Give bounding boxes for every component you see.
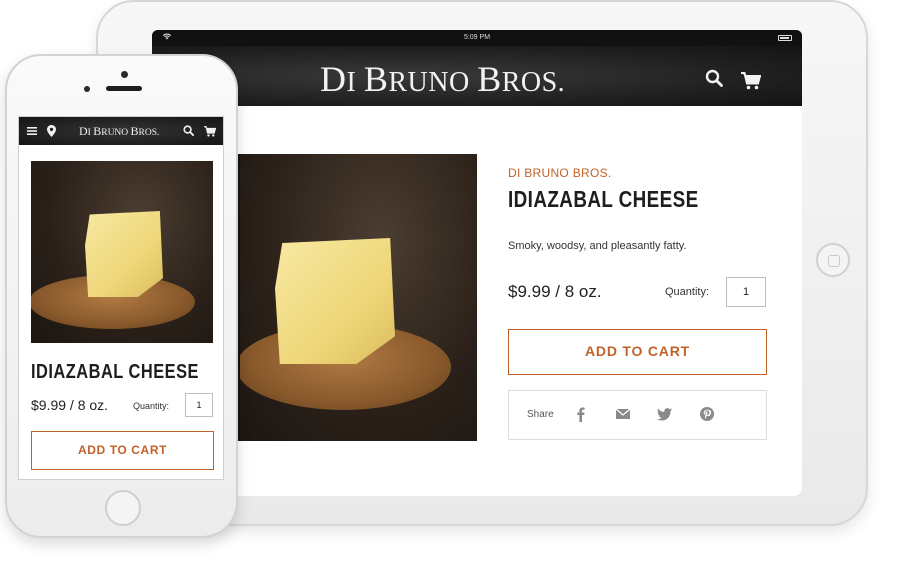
cart-icon[interactable] (204, 126, 216, 137)
status-bar: 5:09 PM (152, 30, 802, 46)
product-description: Smoky, woodsy, and pleasantly fatty. (508, 240, 687, 252)
search-icon[interactable] (705, 69, 723, 87)
logo-letter: RUNO (388, 67, 478, 98)
product-title: IDIAZABAL CHEESE (31, 361, 199, 383)
pinterest-icon[interactable] (699, 406, 715, 422)
logo-letter: ROS. (138, 128, 160, 138)
logo-letter: B (477, 59, 502, 99)
share-box: Share (508, 390, 767, 440)
tablet-screen: 5:09 PM DI BRUNO BROS. DI BRUNO BROS. ID… (152, 30, 802, 496)
product-title: IDIAZABAL CHEESE (508, 186, 699, 212)
product-image (236, 154, 477, 441)
cart-icon[interactable] (741, 72, 761, 90)
quantity-input[interactable]: 1 (185, 393, 213, 417)
wifi-icon (162, 30, 172, 46)
logo-letter: B (130, 124, 139, 138)
add-to-cart-button[interactable]: ADD TO CART (31, 431, 214, 470)
product-price: $9.99 / 8 oz. (508, 282, 602, 301)
product-page: DI BRUNO BROS. IDIAZABAL CHEESE Smoky, w… (152, 106, 802, 496)
cheese-wedge (85, 211, 163, 297)
phone-camera (121, 71, 128, 78)
quantity-input[interactable]: 1 (726, 277, 766, 307)
brand-label[interactable]: DI BRUNO BROS. (508, 166, 612, 180)
phone-sensor (84, 86, 90, 92)
facebook-icon[interactable] (573, 406, 589, 422)
status-time: 5:09 PM (463, 34, 491, 41)
phone-screen: DI BRUNO BROS. IDIAZABAL CHEESE $9.99 / … (18, 116, 224, 480)
mobile-site-logo[interactable]: DI BRUNO BROS. (79, 124, 159, 139)
cheese-wedge (275, 238, 395, 364)
quantity-label: Quantity: (665, 286, 710, 298)
logo-letter: RUNO (101, 128, 131, 138)
mobile-header: DI BRUNO BROS. (19, 117, 223, 145)
hamburger-menu-icon[interactable] (27, 126, 37, 136)
phone-speaker (106, 86, 142, 91)
search-icon[interactable] (183, 125, 194, 136)
logo-letter: I (346, 67, 364, 98)
logo-letter: D (79, 124, 88, 138)
battery-icon (778, 35, 792, 41)
product-image (31, 161, 213, 343)
site-header: DI BRUNO BROS. (152, 46, 802, 106)
quantity-label: Quantity: (133, 401, 170, 411)
logo-letter: ROS. (501, 67, 566, 98)
add-to-cart-button[interactable]: ADD TO CART (508, 329, 767, 375)
tablet-home-button[interactable] (816, 243, 850, 277)
twitter-icon[interactable] (657, 406, 673, 422)
share-label: Share (527, 409, 554, 420)
location-pin-icon[interactable] (47, 125, 56, 137)
logo-letter: B (363, 59, 389, 99)
site-logo[interactable]: DI BRUNO BROS. (320, 58, 565, 100)
logo-letter: D (320, 59, 347, 99)
product-price: $9.99 / 8 oz. (31, 397, 109, 413)
phone-home-button[interactable] (105, 490, 141, 526)
email-icon[interactable] (615, 406, 631, 422)
